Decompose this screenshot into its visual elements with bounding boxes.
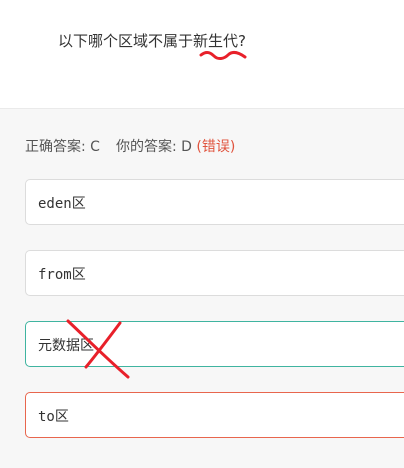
option-label: eden区 xyxy=(38,196,86,212)
option-b[interactable]: from区 xyxy=(25,250,404,296)
option-label: from区 xyxy=(38,267,86,283)
red-cross-annotation xyxy=(66,319,130,379)
wrong-status: (错误) xyxy=(196,139,236,155)
correct-answer: 正确答案: C xyxy=(25,139,100,155)
question-panel: 以下哪个区域不属于新生代? xyxy=(0,0,404,108)
red-underline-annotation xyxy=(199,51,247,60)
option-label: to区 xyxy=(38,409,69,425)
result-line: 正确答案: C 你的答案: D (错误) xyxy=(25,136,235,156)
your-answer: 你的答案: D xyxy=(115,139,192,155)
option-a[interactable]: eden区 xyxy=(25,179,404,225)
option-d[interactable]: to区 xyxy=(25,392,404,438)
answer-area: 正确答案: C 你的答案: D (错误) eden区 from区 元数据区 to区 xyxy=(0,108,404,468)
